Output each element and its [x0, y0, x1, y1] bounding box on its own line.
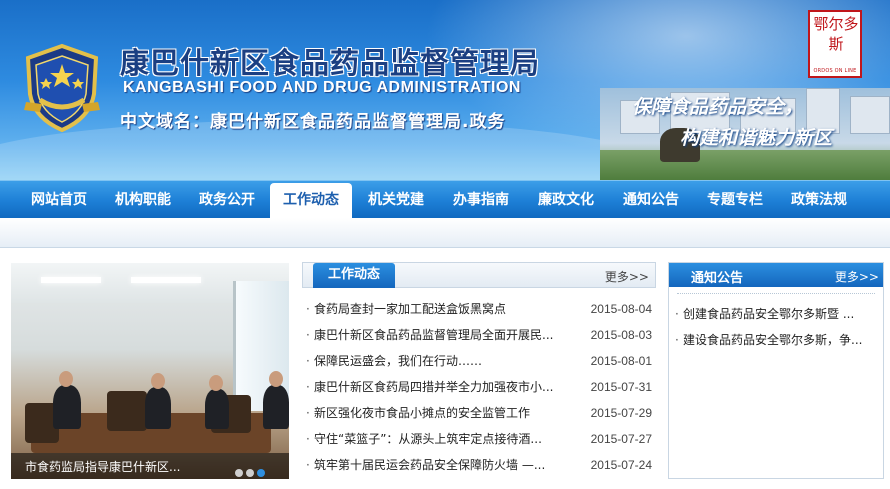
nav-item-notices[interactable]: 通知公告 [610, 181, 692, 219]
nav-item-special-topics[interactable]: 专题专栏 [694, 181, 776, 219]
nav-item-gov-affairs[interactable]: 政务公开 [186, 181, 268, 219]
list-item[interactable]: · 守住“菜篮子”：从源头上筑牢定点接待酒... 2015-07-27 [302, 426, 656, 452]
notice-title[interactable]: 建设食品药品安全鄂尔多斯，争... [683, 327, 877, 353]
list-item[interactable]: · 创建食品药品安全鄂尔多斯暨 ... [669, 301, 883, 327]
slideshow-caption[interactable]: 市食药监局指导康巴什新区... [25, 458, 180, 475]
list-item[interactable]: · 保障民运盛会，我们在行动…… 2015-08-01 [302, 348, 656, 374]
work-news-title[interactable]: 工作动态 [313, 263, 395, 288]
nav-item-service-guide[interactable]: 办事指南 [440, 181, 522, 219]
news-title[interactable]: 食药局查封一家加工配送盒饭黑窝点 [314, 296, 576, 322]
seal-en-text: ORDOS ON LINE [813, 68, 857, 74]
site-title-cn: 康巴什新区食品药品监督管理局 [120, 46, 541, 80]
notices-divider [677, 293, 875, 294]
notices-more-link[interactable]: 更多>> [835, 268, 879, 285]
slogan-line-2: 构建和谐魅力新区 [680, 127, 833, 149]
notices-title[interactable]: 通知公告 [691, 267, 743, 286]
news-slideshow[interactable]: 市食药监局指导康巴什新区... [11, 263, 289, 479]
work-news-panel: 工作动态 更多>> · 食药局查封一家加工配送盒饭黑窝点 2015-08-04 · 康… [302, 262, 656, 479]
news-title[interactable]: 守住“菜篮子”：从源头上筑牢定点接待酒... [314, 426, 576, 452]
slide-dot-2[interactable] [246, 469, 254, 477]
slideshow-dots [235, 462, 268, 479]
header-banner: 康巴什新区食品药品监督管理局 KANGBASHI FOOD AND DRUG A… [0, 0, 890, 180]
notices-header: 通知公告 更多>> [669, 263, 883, 287]
notices-list: · 创建食品药品安全鄂尔多斯暨 ... · 建设食品药品安全鄂尔多斯，争... [669, 301, 883, 353]
list-item[interactable]: · 筑牢第十届民运会药品安全保障防火墙 —... 2015-07-24 [302, 452, 656, 478]
news-date: 2015-07-29 [590, 406, 652, 420]
list-item[interactable]: · 食药局查封一家加工配送盒饭黑窝点 2015-08-04 [302, 296, 656, 322]
sub-nav-bar [0, 218, 890, 248]
nav-item-party-building[interactable]: 机关党建 [355, 181, 437, 219]
slide-dot-3[interactable] [257, 469, 265, 477]
news-title[interactable]: 康巴什新区食品药品监督管理局全面开展民... [314, 322, 576, 348]
nav-item-policies[interactable]: 政策法规 [778, 181, 860, 219]
nav-item-functions[interactable]: 机构职能 [102, 181, 184, 219]
news-date: 2015-07-27 [590, 432, 652, 446]
news-title[interactable]: 新区强化夜市食品小摊点的安全监管工作 [314, 400, 576, 426]
chinese-domain-name: 中文域名：康巴什新区食品药品监督管理局.政务 [120, 112, 506, 132]
slogan-line-1: 保障食品药品安全， [632, 96, 804, 118]
slide-dot-1[interactable] [235, 469, 243, 477]
slideshow-caption-bar: 市食药监局指导康巴什新区... [11, 453, 289, 479]
site-title-en: KANGBASHI FOOD AND DRUG ADMINISTRATION [123, 79, 521, 96]
news-title[interactable]: 筑牢第十届民运会药品安全保障防火墙 —... [314, 452, 576, 478]
work-news-header: 工作动态 更多>> [302, 262, 656, 288]
news-date: 2015-08-03 [590, 328, 652, 342]
notice-title[interactable]: 创建食品药品安全鄂尔多斯暨 ... [683, 301, 877, 327]
banner-plaza [600, 150, 890, 180]
nav-item-home[interactable]: 网站首页 [18, 181, 100, 219]
news-date: 2015-08-04 [590, 302, 652, 316]
news-title[interactable]: 康巴什新区食药局四措并举全力加强夜市小... [314, 374, 576, 400]
nav-item-work-news[interactable]: 工作动态 [270, 183, 352, 219]
list-item[interactable]: · 康巴什新区食药局四措并举全力加强夜市小... 2015-07-31 [302, 374, 656, 400]
ordos-seal-logo[interactable]: 鄂尔多斯 ORDOS ON LINE [808, 10, 862, 78]
list-item[interactable]: · 康巴什新区食品药品监督管理局全面开展民... 2015-08-03 [302, 322, 656, 348]
work-news-more-link[interactable]: 更多>> [605, 268, 649, 285]
list-item[interactable]: · 新区强化夜市食品小摊点的安全监管工作 2015-07-29 [302, 400, 656, 426]
seal-text: 鄂尔多斯 [813, 15, 859, 53]
news-date: 2015-07-24 [590, 458, 652, 472]
nav-item-integrity-culture[interactable]: 廉政文化 [525, 181, 607, 219]
list-item[interactable]: · 建设食品药品安全鄂尔多斯，争... [669, 327, 883, 353]
food-drug-emblem-icon [24, 43, 100, 133]
news-date: 2015-07-31 [590, 380, 652, 394]
main-nav: 网站首页 机构职能 政务公开 工作动态 机关党建 办事指南 廉政文化 通知公告 … [0, 180, 890, 219]
notices-panel: 通知公告 更多>> · 创建食品药品安全鄂尔多斯暨 ... · 建设食品药品安全鄂尔… [668, 262, 884, 479]
work-news-list: · 食药局查封一家加工配送盒饭黑窝点 2015-08-04 · 康巴什新区食品药品监督… [302, 296, 656, 478]
news-date: 2015-08-01 [590, 354, 652, 368]
news-title[interactable]: 保障民运盛会，我们在行动…… [314, 348, 576, 374]
